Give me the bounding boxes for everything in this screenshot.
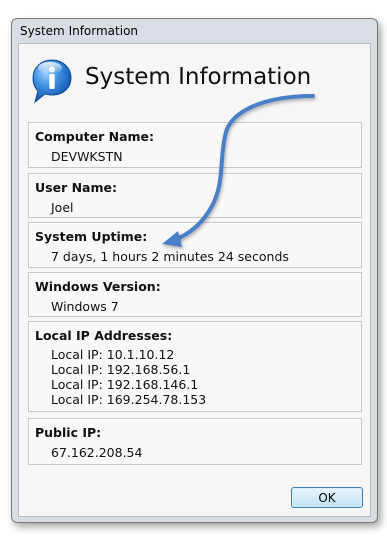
windows-version-label: Windows Version: xyxy=(35,279,161,294)
info-speech-bubble-icon xyxy=(32,59,72,104)
ok-button[interactable]: OK xyxy=(291,487,363,508)
user-name-section: User Name: Joel xyxy=(28,173,362,218)
public-ip-label: Public IP: xyxy=(35,425,102,440)
local-ip-line: Local IP: 169.254.78.153 xyxy=(51,392,207,407)
system-information-dialog: System Information System Information Co… xyxy=(11,18,378,523)
computer-name-value: DEVWKSTN xyxy=(51,149,123,164)
computer-name-section: Computer Name: DEVWKSTN xyxy=(28,122,362,168)
windows-version-value: Windows 7 xyxy=(51,299,119,314)
local-ip-line: Local IP: 192.168.56.1 xyxy=(51,362,191,377)
public-ip-section: Public IP: 67.162.208.54 xyxy=(28,418,362,465)
system-uptime-value: 7 days, 1 hours 2 minutes 24 seconds xyxy=(51,249,289,264)
dialog-content: System Information Computer Name: DEVWKS… xyxy=(18,43,371,517)
computer-name-label: Computer Name: xyxy=(35,129,155,144)
local-ip-line: Local IP: 192.168.146.1 xyxy=(51,377,199,392)
local-ip-line: Local IP: 10.1.10.12 xyxy=(51,347,175,362)
public-ip-value: 67.162.208.54 xyxy=(51,445,143,460)
dialog-header: System Information xyxy=(19,44,370,114)
header-title: System Information xyxy=(85,64,312,90)
local-ip-label: Local IP Addresses: xyxy=(35,328,173,343)
local-ip-section: Local IP Addresses: Local IP: 10.1.10.12… xyxy=(28,321,362,412)
system-uptime-section: System Uptime: 7 days, 1 hours 2 minutes… xyxy=(28,222,362,268)
window-title: System Information xyxy=(20,24,139,38)
user-name-label: User Name: xyxy=(35,180,117,195)
windows-version-section: Windows Version: Windows 7 xyxy=(28,272,362,317)
user-name-value: Joel xyxy=(51,200,74,215)
system-uptime-label: System Uptime: xyxy=(35,229,148,244)
